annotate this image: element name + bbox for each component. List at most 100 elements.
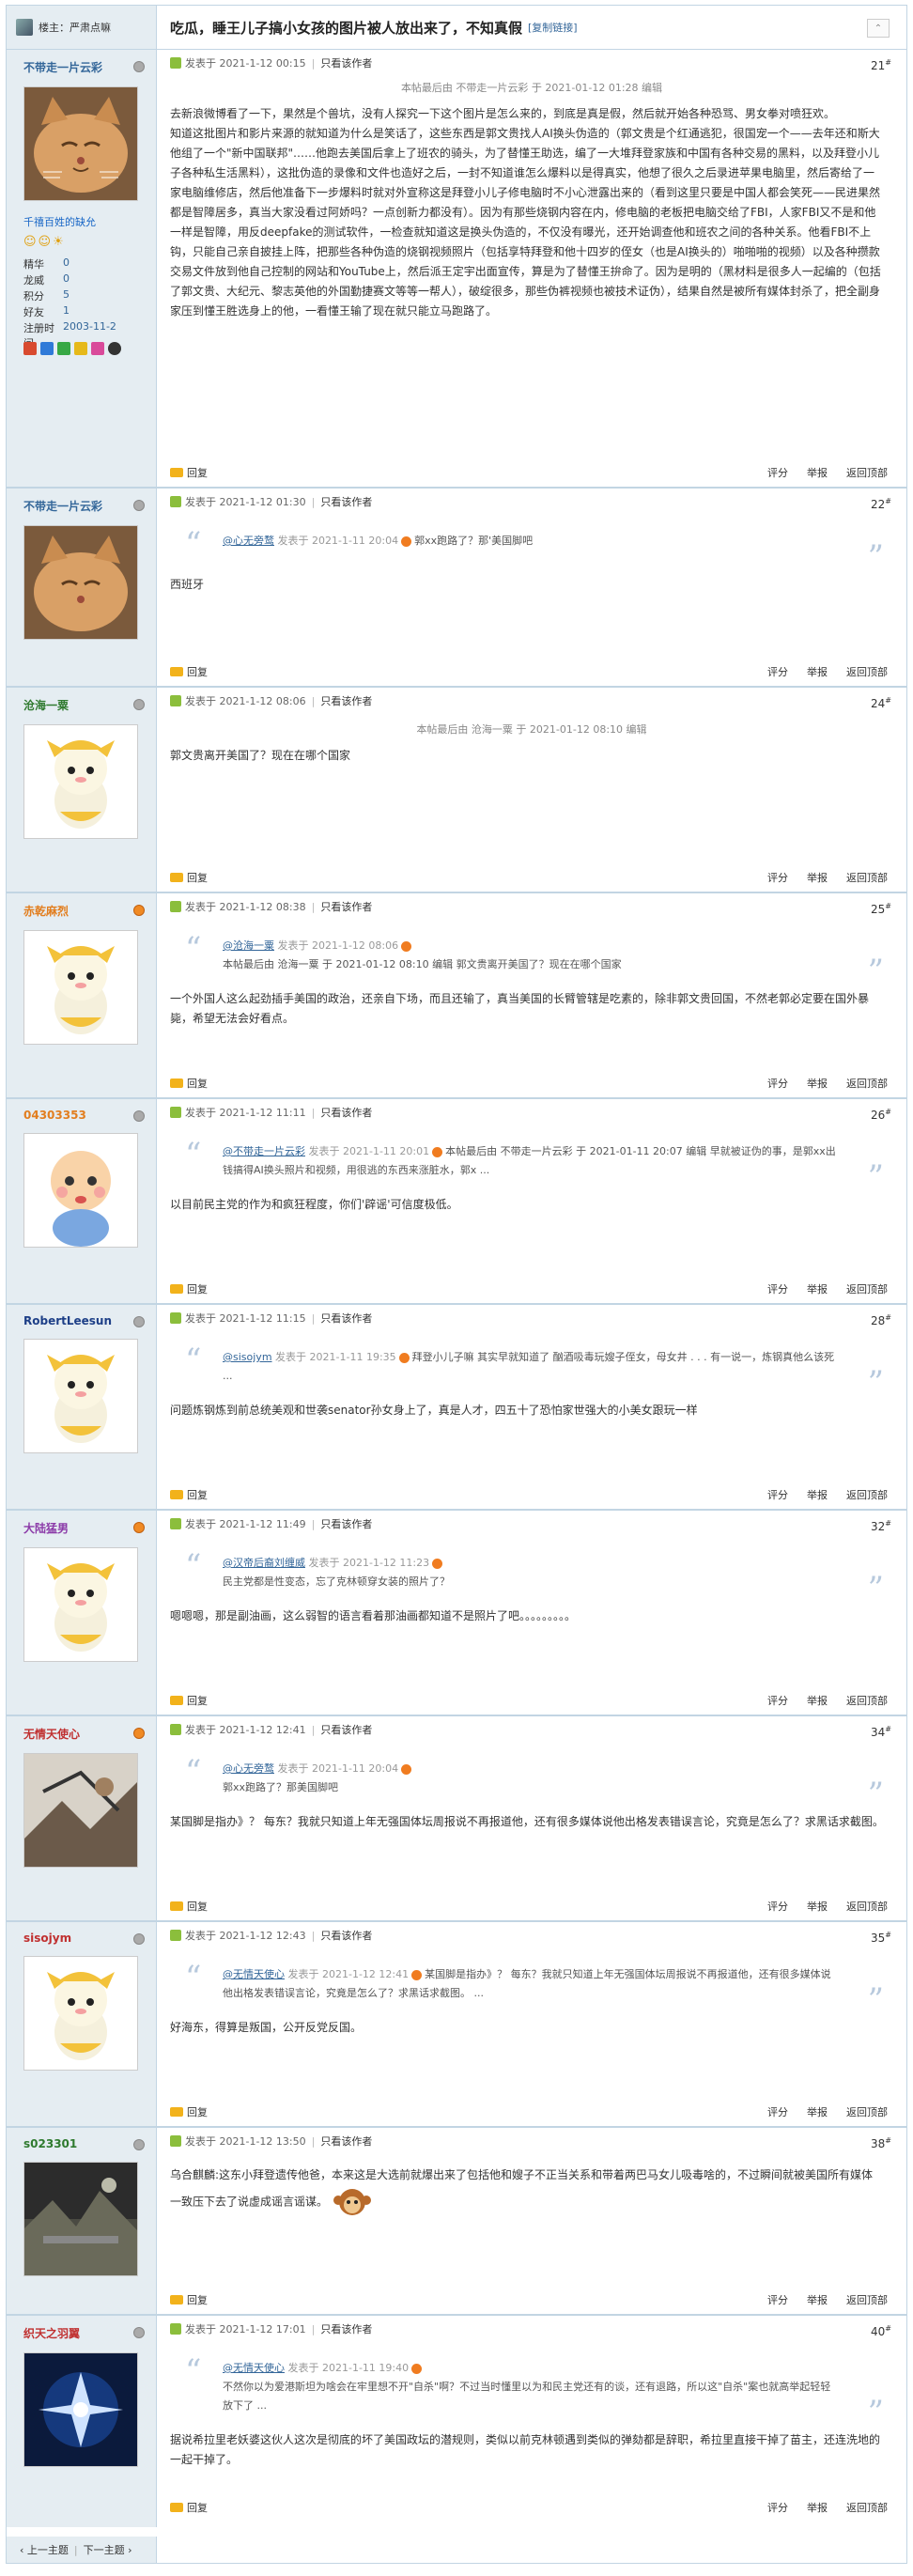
report-button[interactable]: 举报 bbox=[807, 2500, 828, 2515]
rate-button[interactable]: 评分 bbox=[767, 1076, 788, 1091]
back-to-top-button[interactable]: 返回顶部 bbox=[846, 1899, 888, 1914]
back-to-top-button[interactable]: 返回顶部 bbox=[846, 1281, 888, 1296]
back-to-top-button[interactable]: 返回顶部 bbox=[846, 1693, 888, 1708]
floor-number[interactable]: 32# bbox=[871, 1519, 891, 1533]
avatar[interactable] bbox=[23, 1753, 138, 1868]
reply-button[interactable]: 回复 bbox=[170, 664, 208, 679]
only-author-link[interactable]: 只看该作者 bbox=[320, 693, 372, 708]
goto-arrow-icon[interactable] bbox=[401, 1763, 412, 1775]
reply-button[interactable]: 回复 bbox=[170, 465, 208, 480]
goto-arrow-icon[interactable] bbox=[411, 2363, 423, 2374]
avatar[interactable] bbox=[23, 1956, 138, 2071]
reply-button[interactable]: 回复 bbox=[170, 1899, 208, 1914]
medal-icon[interactable] bbox=[23, 342, 37, 355]
report-button[interactable]: 举报 bbox=[807, 1281, 828, 1296]
report-button[interactable]: 举报 bbox=[807, 1487, 828, 1502]
floor-number[interactable]: 21# bbox=[871, 58, 891, 72]
rate-button[interactable]: 评分 bbox=[767, 664, 788, 679]
avatar[interactable] bbox=[23, 930, 138, 1045]
avatar[interactable] bbox=[23, 2162, 138, 2276]
floor-number[interactable]: 40# bbox=[871, 2324, 891, 2338]
reply-button[interactable]: 回复 bbox=[170, 870, 208, 885]
floor-number[interactable]: 26# bbox=[871, 1108, 891, 1122]
copy-link[interactable]: [复制链接] bbox=[528, 20, 578, 35]
reply-button[interactable]: 回复 bbox=[170, 1281, 208, 1296]
only-author-link[interactable]: 只看该作者 bbox=[320, 1311, 372, 1326]
only-author-link[interactable]: 只看该作者 bbox=[320, 1722, 372, 1737]
back-to-top-button[interactable]: 返回顶部 bbox=[846, 2292, 888, 2307]
report-button[interactable]: 举报 bbox=[807, 1076, 828, 1091]
quote-user[interactable]: @无情天使心 bbox=[223, 1968, 285, 1980]
quote-user[interactable]: @心无旁鹜 bbox=[223, 535, 274, 547]
username[interactable]: 不带走一片云彩 bbox=[23, 59, 147, 75]
rate-button[interactable]: 评分 bbox=[767, 1899, 788, 1914]
only-author-link[interactable]: 只看该作者 bbox=[320, 899, 372, 914]
rate-button[interactable]: 评分 bbox=[767, 1693, 788, 1708]
medal-icon[interactable] bbox=[108, 342, 121, 355]
floor-number[interactable]: 28# bbox=[871, 1313, 891, 1327]
username[interactable]: 04303353 bbox=[23, 1109, 147, 1122]
stat-value[interactable]: 0 bbox=[63, 272, 70, 288]
goto-arrow-icon[interactable] bbox=[432, 1558, 443, 1569]
medal-icon[interactable] bbox=[40, 342, 54, 355]
floor-number[interactable]: 24# bbox=[871, 696, 891, 710]
reply-button[interactable]: 回复 bbox=[170, 2500, 208, 2515]
stat-value[interactable]: 5 bbox=[63, 288, 70, 304]
medal-icon[interactable] bbox=[91, 342, 104, 355]
rate-button[interactable]: 评分 bbox=[767, 2292, 788, 2307]
quote-user[interactable]: @sisojym bbox=[223, 1351, 272, 1363]
quote-user[interactable]: @不带走一片云彩 bbox=[223, 1145, 305, 1157]
goto-arrow-icon[interactable] bbox=[411, 1969, 423, 1980]
avatar[interactable] bbox=[23, 86, 138, 201]
rate-button[interactable]: 评分 bbox=[767, 2104, 788, 2119]
only-author-link[interactable]: 只看该作者 bbox=[320, 1928, 372, 1943]
quote-user[interactable]: @心无旁鹜 bbox=[223, 1762, 274, 1775]
next-thread-link[interactable]: 下一主题 › bbox=[84, 2542, 132, 2557]
username[interactable]: 无情天使心 bbox=[23, 1726, 147, 1742]
collapse-icon[interactable]: ⌃ bbox=[867, 19, 890, 38]
back-to-top-button[interactable]: 返回顶部 bbox=[846, 1487, 888, 1502]
reply-button[interactable]: 回复 bbox=[170, 2104, 208, 2119]
username[interactable]: sisojym bbox=[23, 1932, 147, 1945]
avatar[interactable] bbox=[23, 525, 138, 640]
reply-button[interactable]: 回复 bbox=[170, 2292, 208, 2307]
rate-button[interactable]: 评分 bbox=[767, 1281, 788, 1296]
medal-icon[interactable] bbox=[74, 342, 87, 355]
back-to-top-button[interactable]: 返回顶部 bbox=[846, 465, 888, 480]
goto-arrow-icon[interactable] bbox=[432, 1146, 443, 1157]
report-button[interactable]: 举报 bbox=[807, 2104, 828, 2119]
goto-arrow-icon[interactable] bbox=[401, 535, 412, 547]
username[interactable]: 大陆猛男 bbox=[23, 1520, 147, 1536]
username[interactable]: 沧海一粟 bbox=[23, 697, 147, 713]
only-author-link[interactable]: 只看该作者 bbox=[320, 1105, 372, 1120]
quote-user[interactable]: @沧海一粟 bbox=[223, 939, 274, 952]
avatar[interactable] bbox=[23, 724, 138, 839]
username[interactable]: 赤乾麻烈 bbox=[23, 903, 147, 919]
avatar[interactable] bbox=[23, 1547, 138, 1662]
report-button[interactable]: 举报 bbox=[807, 465, 828, 480]
avatar[interactable] bbox=[23, 2352, 138, 2467]
floor-number[interactable]: 25# bbox=[871, 902, 891, 916]
report-button[interactable]: 举报 bbox=[807, 2292, 828, 2307]
username[interactable]: 织天之羽翼 bbox=[23, 2325, 147, 2341]
only-author-link[interactable]: 只看该作者 bbox=[320, 494, 372, 509]
stat-value[interactable]: 1 bbox=[63, 304, 70, 320]
back-to-top-button[interactable]: 返回顶部 bbox=[846, 664, 888, 679]
floor-number[interactable]: 35# bbox=[871, 1931, 891, 1945]
avatar[interactable] bbox=[23, 1133, 138, 1248]
floor-number[interactable]: 34# bbox=[871, 1725, 891, 1739]
floor-number[interactable]: 22# bbox=[871, 497, 891, 511]
back-to-top-button[interactable]: 返回顶部 bbox=[846, 870, 888, 885]
rate-button[interactable]: 评分 bbox=[767, 465, 788, 480]
report-button[interactable]: 举报 bbox=[807, 1693, 828, 1708]
prev-thread-link[interactable]: ‹ 上一主题 bbox=[20, 2542, 69, 2557]
floor-number[interactable]: 38# bbox=[871, 2136, 891, 2150]
medal-icon[interactable] bbox=[57, 342, 70, 355]
reply-button[interactable]: 回复 bbox=[170, 1693, 208, 1708]
stat-value[interactable]: 0 bbox=[63, 256, 70, 272]
back-to-top-button[interactable]: 返回顶部 bbox=[846, 2104, 888, 2119]
avatar[interactable] bbox=[23, 1339, 138, 1453]
goto-arrow-icon[interactable] bbox=[398, 1352, 410, 1363]
only-author-link[interactable]: 只看该作者 bbox=[320, 2134, 372, 2149]
only-author-link[interactable]: 只看该作者 bbox=[320, 55, 372, 70]
